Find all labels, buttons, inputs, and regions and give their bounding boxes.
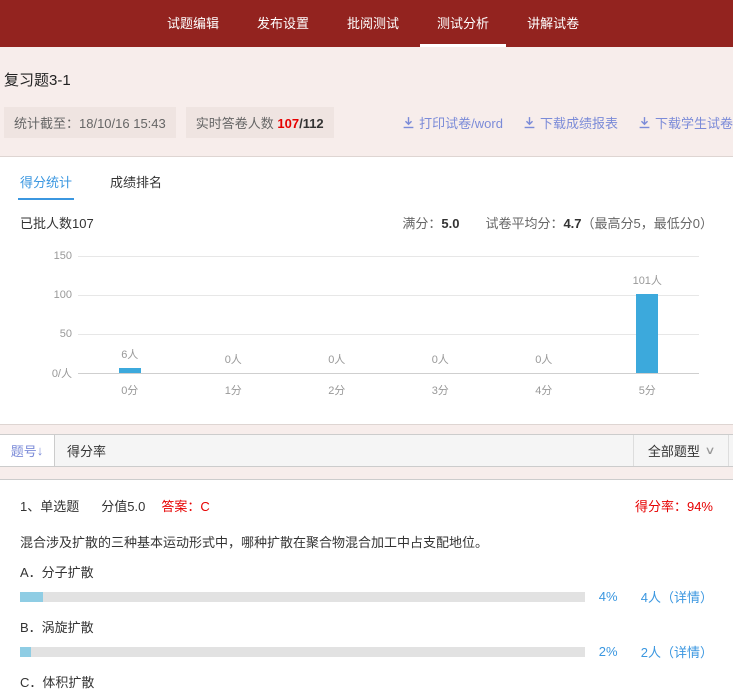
respondents-total: /112 xyxy=(299,116,324,131)
question-score: 分值5.0 xyxy=(101,496,145,515)
question-number-type: 1、单选题 xyxy=(20,496,79,515)
bar-value-label: 101人 xyxy=(633,272,662,288)
print-paper-word-link[interactable]: 打印试卷/word xyxy=(402,113,503,132)
download-score-report-link[interactable]: 下载成绩报表 xyxy=(523,113,618,132)
bar-value-label: 0人 xyxy=(535,351,552,367)
sort-label: 题号 xyxy=(11,441,37,460)
option-bar-row: 4% 4人（详情） xyxy=(20,587,713,606)
bar-slot: 0人 xyxy=(492,256,596,373)
panel-tabs: 得分统计 成绩排名 xyxy=(20,157,713,200)
question-answer: 答案：C xyxy=(161,496,209,515)
deadline-badge: 统计截至：18/10/16 15:43 xyxy=(4,107,176,138)
bar-slot: 0人 xyxy=(285,256,389,373)
option-bar-fill xyxy=(20,647,31,657)
x-axis-tick-label: 5分 xyxy=(596,382,700,398)
avg-score-label: 试卷平均分： xyxy=(485,216,563,231)
question-panel: 1、单选题 分值5.0 答案：C 得分率：94% 混合涉及扩散的三种基本运动形式… xyxy=(0,479,733,696)
tab-score-statistics[interactable]: 得分统计 xyxy=(20,172,72,200)
graded-count: 已批人数107 xyxy=(20,213,94,232)
question-type-dropdown[interactable]: 全部题型 ∨ xyxy=(633,435,729,466)
top-nav: 试题编辑发布设置批阅测试测试分析讲解试卷 xyxy=(0,0,733,47)
question-header: 1、单选题 分值5.0 答案：C 得分率：94% xyxy=(20,496,713,515)
x-axis-tick-label: 0分 xyxy=(78,382,182,398)
option-label: B．涡旋扩散 xyxy=(20,617,713,636)
summary-row: 已批人数107 满分：5.0 试卷平均分：4.7（最高分5，最低分0） xyxy=(20,213,713,232)
nav-tab-review-test[interactable]: 批阅测试 xyxy=(328,0,418,47)
option-bar-row: 2% 2人（详情） xyxy=(20,642,713,661)
options-list: A．分子扩散4%4人（详情）B．涡旋扩散2%2人（详情）C．体积扩散94%101… xyxy=(20,562,713,696)
nav-tab-explain-paper[interactable]: 讲解试卷 xyxy=(508,0,598,47)
option-bar-track xyxy=(20,592,585,602)
x-axis-tick-label: 1分 xyxy=(182,382,286,398)
score-distribution-chart: 150100500/人6人0人0人0人0人101人0分1分2分3分4分5分 xyxy=(26,256,707,408)
question-text: 混合涉及扩散的三种基本运动形式中，哪种扩散在聚合物混合加工中占支配地位。 xyxy=(20,532,713,551)
download-student-papers-link[interactable]: 下载学生试卷 xyxy=(638,113,733,132)
option-count-detail-link[interactable]: 2人（详情） xyxy=(641,642,713,661)
option-percent: 2% xyxy=(599,644,633,659)
score-info: 满分：5.0 试卷平均分：4.7（最高分5，最低分0） xyxy=(402,213,713,232)
question-rate: 得分率：94% xyxy=(635,496,713,515)
print-paper-word-label: 打印试卷/word xyxy=(419,113,503,132)
bar-value-label: 0人 xyxy=(432,351,449,367)
bar-value-label: 0人 xyxy=(328,351,345,367)
bar-slot: 101人 xyxy=(596,256,700,373)
x-axis-labels: 0分1分2分3分4分5分 xyxy=(78,382,699,398)
download-icon xyxy=(402,116,415,129)
option-label: A．分子扩散 xyxy=(20,562,713,581)
nav-tab-publish-settings[interactable]: 发布设置 xyxy=(238,0,328,47)
sort-by-question-button[interactable]: 题号↓ xyxy=(0,435,55,466)
download-icon xyxy=(638,116,651,129)
type-filter-value: 全部题型 xyxy=(648,441,700,460)
nav-tab-test-analysis[interactable]: 测试分析 xyxy=(418,0,508,47)
download-student-papers-label: 下载学生试卷 xyxy=(655,113,733,132)
bar-value-label: 6人 xyxy=(121,346,138,362)
x-axis-tick-label: 4分 xyxy=(492,382,596,398)
page: 试题编辑发布设置批阅测试测试分析讲解试卷 复习题3-1 统计截至：18/10/1… xyxy=(0,0,733,696)
option-bar-track xyxy=(20,647,585,657)
option-label: C．体积扩散 xyxy=(20,672,713,691)
chevron-down-icon: ∨ xyxy=(704,444,715,457)
download-icon xyxy=(523,116,536,129)
download-score-report-label: 下载成绩报表 xyxy=(540,113,618,132)
download-links: 打印试卷/word 下载成绩报表 下载学生试卷 xyxy=(402,113,733,132)
bar-slot: 6人 xyxy=(78,256,182,373)
option-count-detail-link[interactable]: 4人（详情） xyxy=(641,587,713,606)
respondents-current: 107 xyxy=(277,116,299,131)
full-score-label: 满分： xyxy=(402,216,441,231)
score-rate-column-label: 得分率 xyxy=(55,435,633,466)
page-title: 复习题3-1 xyxy=(0,47,733,90)
respondents-label: 实时答卷人数 xyxy=(196,116,278,131)
tab-score-ranking[interactable]: 成绩排名 xyxy=(110,172,162,200)
grid-line xyxy=(78,373,699,374)
avg-score-value: 4.7 xyxy=(563,216,581,231)
option-percent: 4% xyxy=(599,589,633,604)
sort-down-icon: ↓ xyxy=(37,443,44,458)
x-axis-tick-label: 2分 xyxy=(285,382,389,398)
nav-tab-question-edit[interactable]: 试题编辑 xyxy=(148,0,238,47)
respondents-badge: 实时答卷人数 107/112 xyxy=(186,107,334,138)
x-axis-tick-label: 3分 xyxy=(389,382,493,398)
y-axis-tick-label: 50 xyxy=(26,328,72,340)
stats-bar: 统计截至：18/10/16 15:43 实时答卷人数 107/112 打印试卷/… xyxy=(0,107,733,138)
bar xyxy=(636,294,658,373)
bar-slot: 0人 xyxy=(389,256,493,373)
option-bar-fill xyxy=(20,592,43,602)
bar xyxy=(119,368,141,373)
statistics-panel: 得分统计 成绩排名 已批人数107 满分：5.0 试卷平均分：4.7（最高分5，最低… xyxy=(0,156,733,425)
bar-value-label: 0人 xyxy=(225,351,242,367)
chart-bars: 6人 0人 0人 0人 0人 101人 xyxy=(78,256,699,373)
y-axis-tick-label: 100 xyxy=(26,289,72,301)
full-score-value: 5.0 xyxy=(441,216,459,231)
question-filter-bar: 题号↓ 得分率 全部题型 ∨ xyxy=(0,434,733,467)
score-range-note: （最高分5，最低分0） xyxy=(582,216,713,231)
y-axis-tick-label: 150 xyxy=(26,250,72,262)
y-axis-tick-label: 0/人 xyxy=(26,365,72,381)
bar-slot: 0人 xyxy=(182,256,286,373)
